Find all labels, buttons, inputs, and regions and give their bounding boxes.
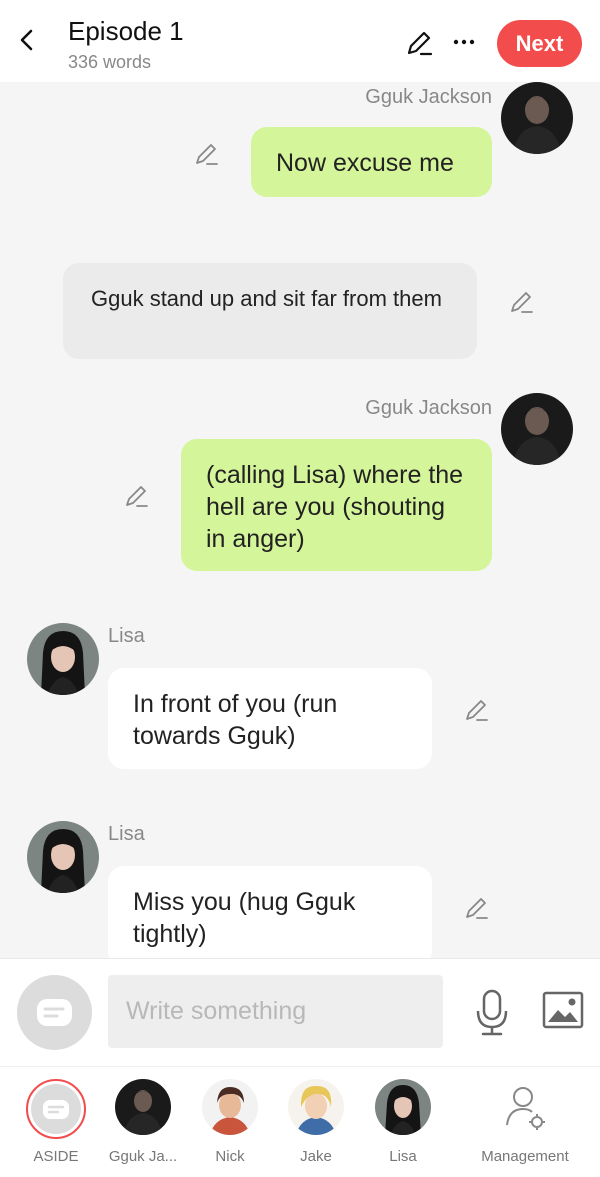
edit-message-button[interactable] xyxy=(193,140,221,168)
character-label: ASIDE xyxy=(33,1148,79,1165)
next-button[interactable]: Next xyxy=(497,20,582,67)
word-count: 336 words xyxy=(68,52,152,72)
avatar-image xyxy=(501,82,573,154)
composer-bar: Write something xyxy=(0,958,600,1066)
add-image-button[interactable] xyxy=(542,991,584,1029)
character-selector: ASIDE Gguk Ja... Nick Jake Lisa Manageme… xyxy=(0,1066,600,1177)
avatar xyxy=(115,1079,171,1135)
character-management[interactable]: Management xyxy=(475,1079,575,1165)
edit-message-button[interactable] xyxy=(123,482,151,510)
pencil-icon xyxy=(407,31,433,56)
character-label: Lisa xyxy=(389,1148,417,1165)
voice-button[interactable] xyxy=(474,989,510,1037)
ellipsis-icon xyxy=(453,39,475,45)
avatar-image xyxy=(202,1079,258,1135)
management-avatar xyxy=(497,1079,553,1135)
episode-title[interactable]: Episode 1 xyxy=(68,16,184,47)
speaker-name: Gguk Jackson xyxy=(365,397,492,419)
avatar-image xyxy=(115,1079,171,1135)
edit-message-button[interactable] xyxy=(463,696,491,724)
chat-bubble-icon xyxy=(31,1084,81,1134)
message-input[interactable]: Write something xyxy=(108,975,443,1048)
character-gguk[interactable]: Gguk Ja... xyxy=(93,1079,193,1165)
character-nick[interactable]: Nick xyxy=(180,1079,280,1165)
character-label: Gguk Ja... xyxy=(108,1148,178,1165)
speaker-name: Lisa xyxy=(108,823,145,845)
avatar xyxy=(202,1079,258,1135)
avatar-image xyxy=(27,623,99,695)
chat-thread[interactable]: Gguk Jackson Now excuse me Gguk stand up… xyxy=(0,82,600,958)
avatar-image xyxy=(288,1079,344,1135)
character-aside[interactable]: ASIDE xyxy=(6,1079,106,1165)
more-options-button[interactable] xyxy=(450,28,478,56)
avatar-lisa[interactable] xyxy=(27,821,99,893)
avatar-image xyxy=(375,1079,431,1135)
pencil-icon xyxy=(466,700,488,721)
avatar-image xyxy=(27,821,99,893)
edit-episode-button[interactable] xyxy=(403,27,435,59)
microphone-icon xyxy=(476,989,508,1036)
character-jake[interactable]: Jake xyxy=(266,1079,366,1165)
message-bubble[interactable]: In front of you (run towards Gguk) xyxy=(108,668,432,769)
chevron-left-icon xyxy=(20,29,33,51)
avatar-lisa[interactable] xyxy=(27,623,99,695)
speaker-name: Gguk Jackson xyxy=(365,86,492,108)
avatar xyxy=(288,1079,344,1135)
back-button[interactable] xyxy=(12,24,44,56)
pencil-icon xyxy=(511,292,533,313)
narration-bubble[interactable]: Gguk stand up and sit far from them xyxy=(63,263,477,359)
image-icon xyxy=(542,991,584,1029)
edit-message-button[interactable] xyxy=(508,288,536,316)
edit-message-button[interactable] xyxy=(463,894,491,922)
speaker-name: Lisa xyxy=(108,625,145,647)
avatar-image xyxy=(501,393,573,465)
avatar-gguk[interactable] xyxy=(501,82,573,154)
top-bar: Episode 1 336 words Next xyxy=(0,0,600,82)
user-gear-icon xyxy=(506,1087,545,1130)
aside-avatar xyxy=(26,1079,86,1139)
message-bubble[interactable]: Miss you (hug Gguk tightly) xyxy=(108,866,432,958)
avatar xyxy=(375,1079,431,1135)
chat-bubble-icon xyxy=(37,999,72,1026)
pencil-icon xyxy=(196,144,218,165)
character-label: Nick xyxy=(215,1148,245,1165)
character-label: Management xyxy=(481,1148,569,1165)
pencil-icon xyxy=(126,486,148,507)
pencil-icon xyxy=(466,898,488,919)
character-lisa[interactable]: Lisa xyxy=(353,1079,453,1165)
character-label: Jake xyxy=(300,1148,332,1165)
message-bubble[interactable]: (calling Lisa) where the hell are you (s… xyxy=(181,439,492,571)
avatar-gguk[interactable] xyxy=(501,393,573,465)
message-bubble[interactable]: Now excuse me xyxy=(251,127,492,197)
aside-toggle-button[interactable] xyxy=(17,975,92,1050)
